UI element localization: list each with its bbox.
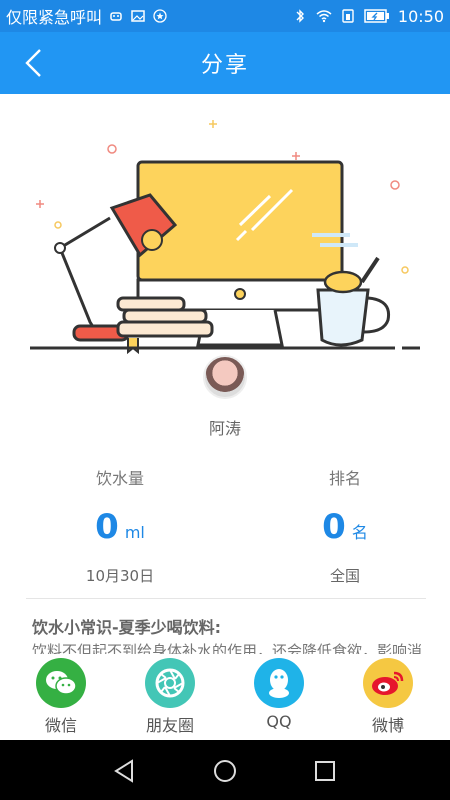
- wechat-icon: [36, 658, 86, 708]
- nav-home-icon[interactable]: [211, 757, 239, 785]
- signal-icon: [342, 9, 354, 23]
- moments-icon: [145, 658, 195, 708]
- rank-scope: 全国: [329, 567, 360, 585]
- wifi-icon: [316, 10, 332, 23]
- share-weibo-button[interactable]: 微博: [343, 656, 433, 736]
- share-qq-button[interactable]: QQ: [234, 656, 324, 731]
- nav-back-icon[interactable]: [110, 757, 138, 785]
- back-arrow-icon[interactable]: [22, 48, 46, 78]
- clock: 10:50: [397, 6, 444, 26]
- nav-recents-icon[interactable]: [311, 757, 339, 785]
- share-bar: 微信 朋友圈 QQ 微博: [0, 656, 450, 740]
- system-nav-bar: [0, 740, 450, 800]
- water-intake-label: 饮水量: [95, 469, 144, 488]
- rank-value-row: 0名: [265, 507, 425, 547]
- water-intake-value: 0: [95, 507, 119, 547]
- tip-body: 饮料不但起不到给身体补水的作用，还会降低食欲，影响消: [32, 642, 422, 654]
- star-app-icon: [153, 9, 167, 23]
- rank-label: 排名: [328, 469, 361, 488]
- water-intake-stat: 饮水量 0 ml 10月30日: [40, 465, 200, 586]
- rank-stat: 排名 0名 全国: [265, 465, 425, 586]
- water-intake-value-row: 0 ml: [40, 507, 200, 547]
- user-avatar: [203, 355, 247, 399]
- divider: [26, 598, 426, 599]
- tip-title: 饮水小常识-夏季少喝饮料:: [32, 618, 222, 637]
- user-name: 阿涛: [208, 419, 241, 438]
- app-header: 分享: [0, 32, 450, 94]
- share-moments-label: 朋友圈: [145, 716, 194, 735]
- share-wechat-button[interactable]: 微信: [16, 656, 106, 736]
- page-title: 分享: [200, 53, 249, 78]
- share-qq-label: QQ: [266, 712, 292, 731]
- status-bar: 仅限紧急呼叫 10:50: [0, 0, 450, 32]
- usb-debug-icon: [110, 12, 122, 21]
- battery-icon: [364, 9, 389, 23]
- share-moments-button[interactable]: 朋友圈: [125, 656, 215, 736]
- qq-icon: [254, 658, 304, 708]
- water-intake-unit: ml: [124, 523, 145, 542]
- rank-value: 0: [322, 507, 346, 547]
- bluetooth-icon: [296, 9, 304, 23]
- desk-illustration: [30, 120, 420, 355]
- carrier-text: 仅限紧急呼叫: [6, 8, 103, 27]
- image-icon: [131, 10, 145, 22]
- weibo-icon: [363, 658, 413, 708]
- water-intake-date: 10月30日: [85, 567, 155, 585]
- share-weibo-label: 微博: [371, 716, 404, 735]
- rank-unit: 名: [351, 523, 368, 542]
- share-wechat-label: 微信: [44, 716, 77, 735]
